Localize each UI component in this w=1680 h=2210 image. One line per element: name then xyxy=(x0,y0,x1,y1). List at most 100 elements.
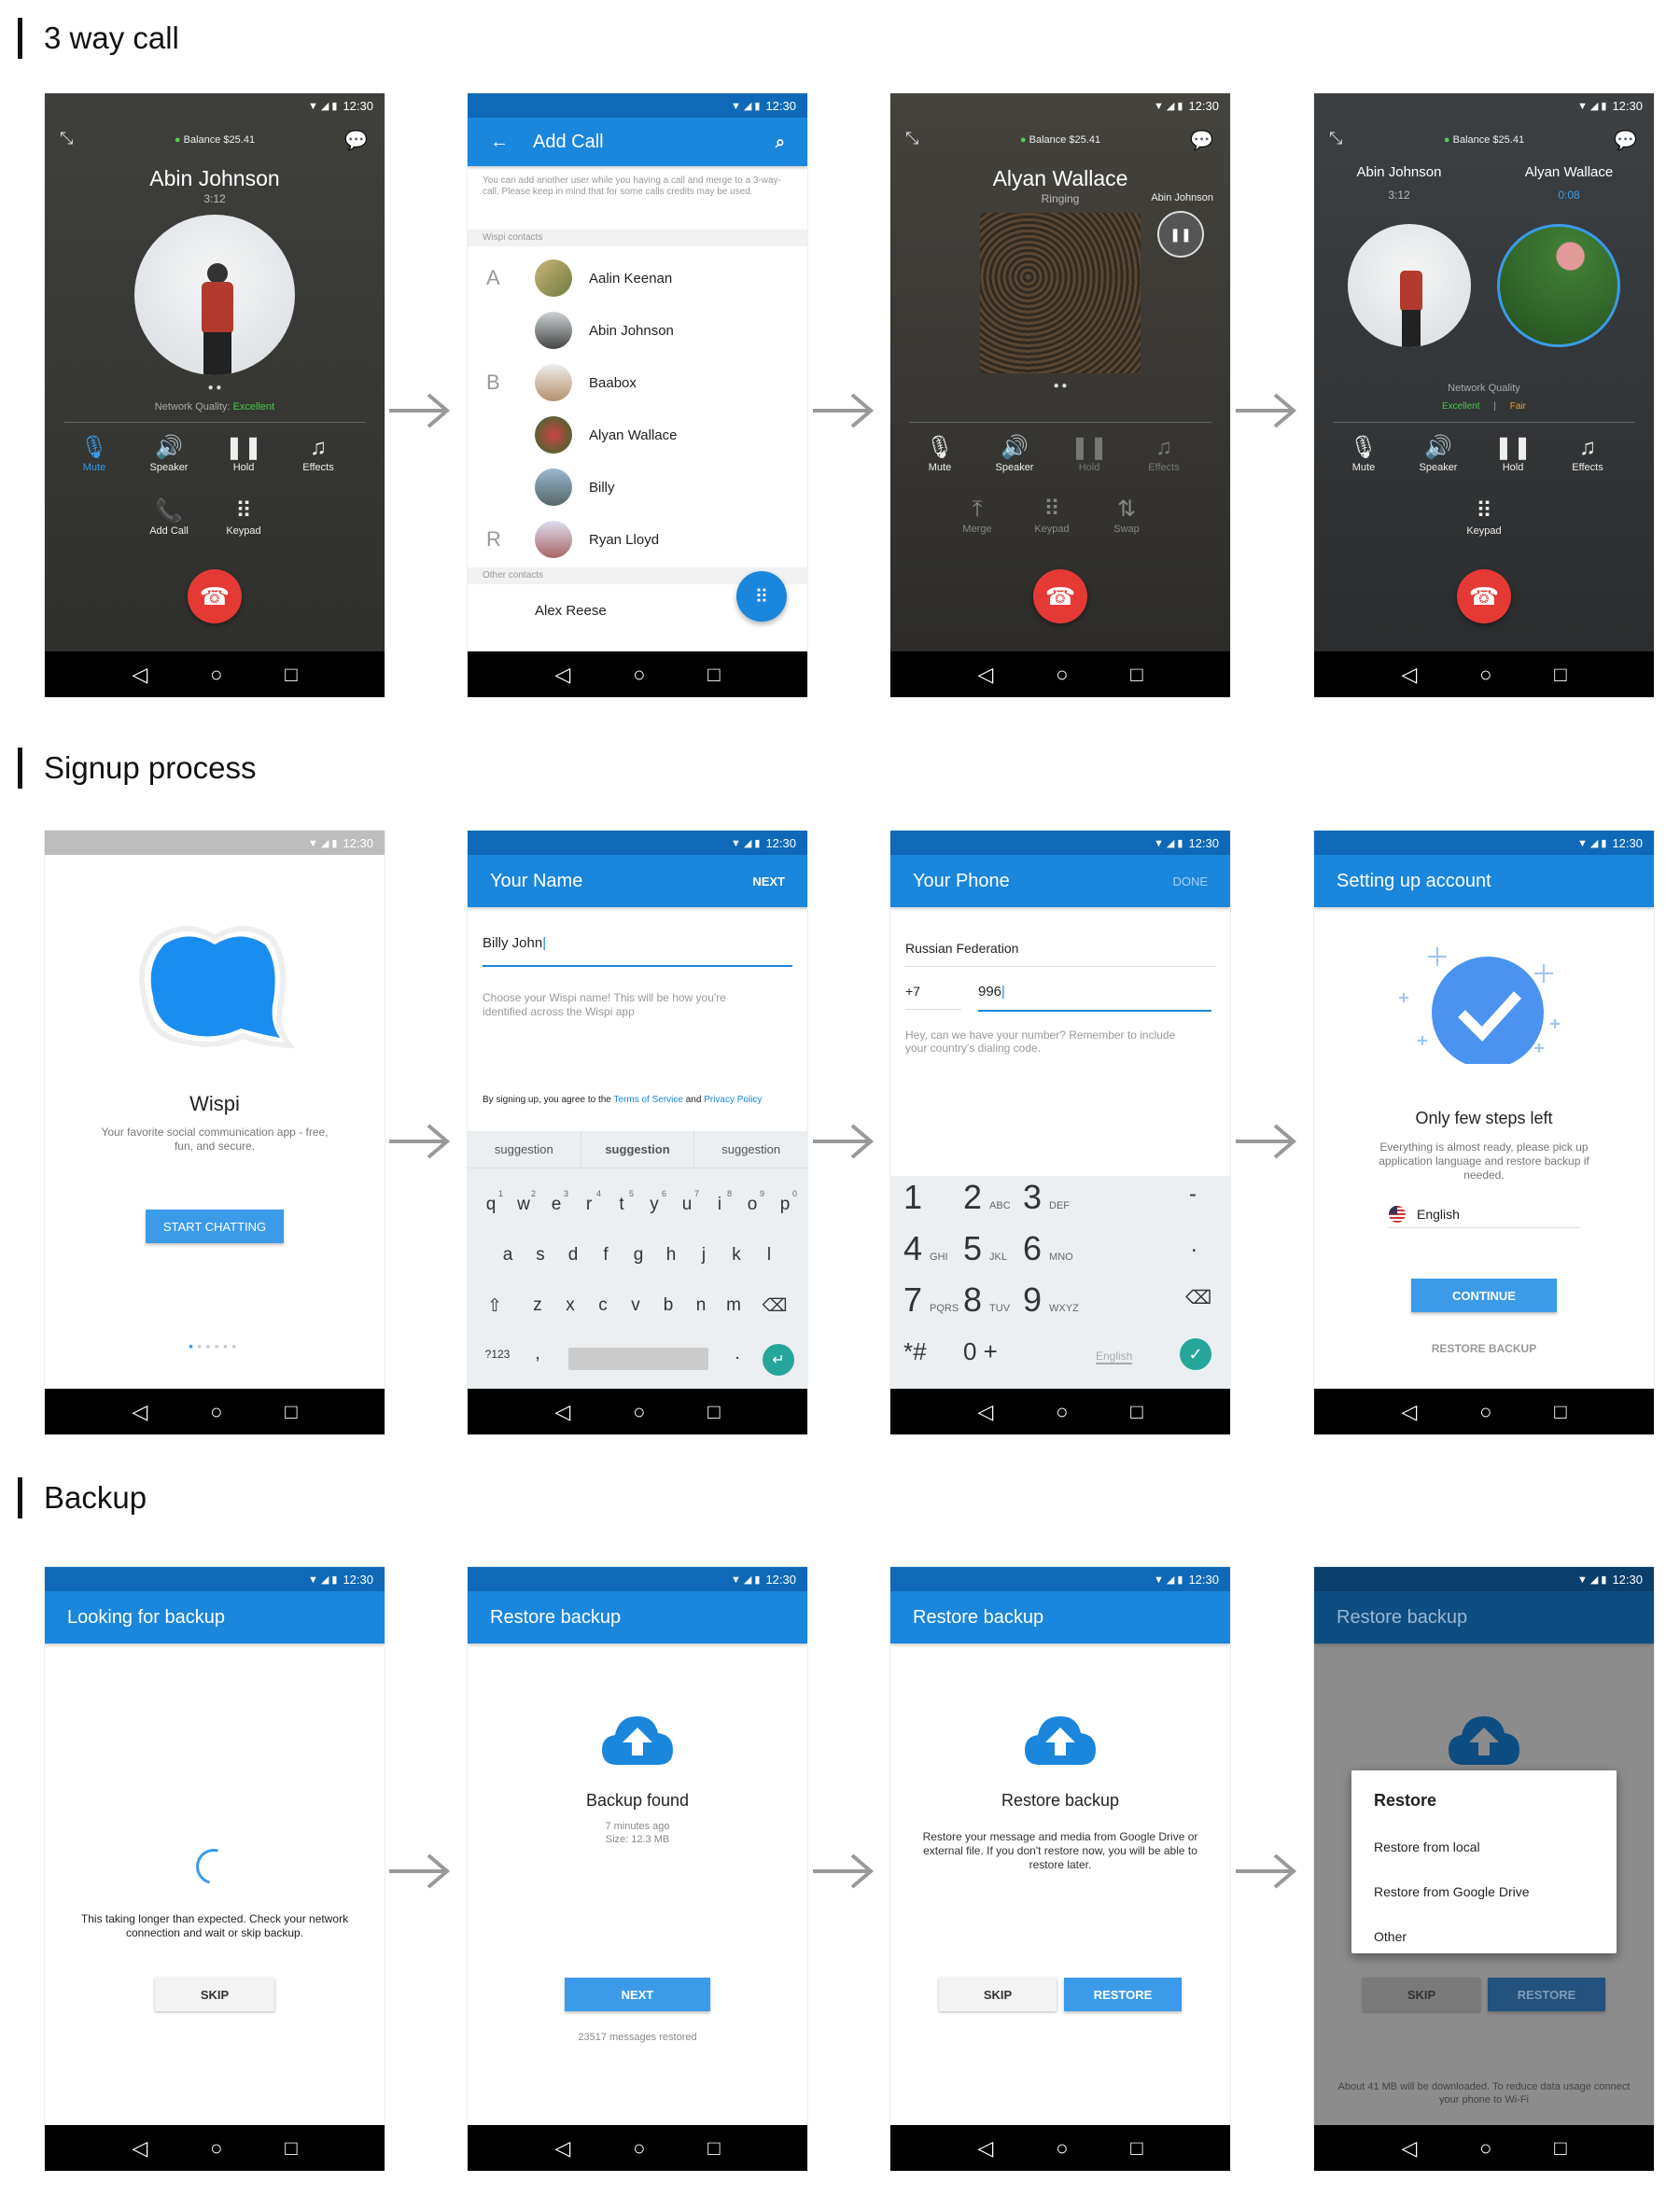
option-restore-local[interactable]: Restore from local xyxy=(1374,1839,1480,1854)
skip-button[interactable]: SKIP xyxy=(939,1978,1057,2011)
back-icon[interactable]: ◁ xyxy=(977,1400,993,1424)
back-icon[interactable]: ◁ xyxy=(554,663,570,687)
key-s[interactable]: s xyxy=(526,1245,554,1266)
dialpad-fab[interactable]: ⠿ xyxy=(736,571,787,622)
recents-icon[interactable]: □ xyxy=(1554,663,1566,687)
contact-row[interactable]: Abin Johnson xyxy=(468,304,807,357)
back-icon[interactable]: ◁ xyxy=(1401,1400,1417,1424)
held-call-pause-icon[interactable]: ❚❚ xyxy=(1157,211,1204,258)
key-j[interactable]: j xyxy=(690,1245,718,1266)
symbols-key[interactable]: ?123 xyxy=(481,1348,514,1361)
home-icon[interactable]: ○ xyxy=(210,2136,222,2161)
next-button[interactable]: NEXT xyxy=(752,874,785,888)
search-icon[interactable]: ⌕ xyxy=(776,133,785,152)
key-m[interactable]: m xyxy=(720,1295,748,1316)
option-other[interactable]: Other xyxy=(1374,1929,1407,1944)
key-t[interactable]: t5 xyxy=(608,1189,636,1215)
effects-button[interactable]: ♫ Effects xyxy=(1127,434,1201,473)
contact-row[interactable]: Alyan Wallace xyxy=(468,409,807,461)
suggestion-item[interactable]: suggestion xyxy=(468,1131,581,1168)
home-icon[interactable]: ○ xyxy=(210,663,222,687)
key-l[interactable]: l xyxy=(755,1245,783,1266)
contact-row[interactable]: B Baabox xyxy=(468,357,807,409)
phone-number-input[interactable]: 996| xyxy=(978,984,1211,1012)
skip-button[interactable]: SKIP xyxy=(1363,1978,1480,2011)
home-icon[interactable]: ○ xyxy=(1479,2136,1491,2161)
hold-button[interactable]: ❚❚ Hold xyxy=(206,434,281,473)
key-n[interactable]: n xyxy=(687,1295,715,1316)
home-icon[interactable]: ○ xyxy=(1479,663,1491,687)
dot-key[interactable]: . xyxy=(1191,1232,1197,1258)
hang-up-button[interactable]: ☎ xyxy=(188,569,242,623)
swap-button[interactable]: ⇅ Swap xyxy=(1089,496,1164,535)
contact-row[interactable]: A Aalin Keenan xyxy=(468,252,807,304)
key-c[interactable]: c xyxy=(589,1295,617,1316)
key-u[interactable]: u7 xyxy=(673,1189,701,1215)
dial-key[interactable]: *# xyxy=(903,1337,934,1366)
key-w[interactable]: w2 xyxy=(510,1189,538,1215)
restore-backup-link[interactable]: RESTORE BACKUP xyxy=(1314,1342,1654,1355)
period-key[interactable]: . xyxy=(723,1344,751,1364)
recents-icon[interactable]: □ xyxy=(285,2136,297,2161)
home-icon[interactable]: ○ xyxy=(1056,663,1068,687)
back-icon[interactable]: ◁ xyxy=(1401,2136,1417,2161)
speaker-button[interactable]: 🔊 Speaker xyxy=(132,434,206,473)
hang-up-button[interactable]: ☎ xyxy=(1033,569,1087,623)
dash-key[interactable]: - xyxy=(1189,1182,1197,1208)
recents-icon[interactable]: □ xyxy=(1130,2136,1142,2161)
home-icon[interactable]: ○ xyxy=(633,1400,645,1424)
effects-button[interactable]: ♫ Effects xyxy=(281,434,356,473)
dial-key[interactable]: 7 PQRS xyxy=(903,1280,959,1320)
keypad-button[interactable]: ⠿ Keypad xyxy=(1015,496,1089,535)
restore-button[interactable]: RESTORE xyxy=(1064,1978,1182,2011)
key-o[interactable]: o9 xyxy=(738,1189,766,1215)
enter-key[interactable]: ↵ xyxy=(763,1344,794,1376)
back-icon[interactable]: ◁ xyxy=(977,2136,993,2161)
recents-icon[interactable]: □ xyxy=(707,2136,720,2161)
effects-button[interactable]: ♫ Effects xyxy=(1550,434,1625,473)
key-q[interactable]: q1 xyxy=(477,1189,505,1215)
suggestion-item[interactable]: suggestion xyxy=(581,1131,695,1168)
key-i[interactable]: i8 xyxy=(706,1189,734,1215)
country-select[interactable]: Russian Federation xyxy=(905,941,1215,967)
recents-icon[interactable]: □ xyxy=(1130,663,1142,687)
key-z[interactable]: z xyxy=(524,1295,552,1316)
speaker-button[interactable]: 🔊 Speaker xyxy=(977,434,1052,473)
contact-row[interactable]: R Ryan Lloyd xyxy=(468,513,807,566)
dial-key[interactable]: 9 WXYZ xyxy=(1023,1280,1079,1320)
home-icon[interactable]: ○ xyxy=(633,663,645,687)
key-h[interactable]: h xyxy=(657,1245,685,1266)
key-e[interactable]: e3 xyxy=(542,1189,570,1215)
keypad-button[interactable]: ⠿ Keypad xyxy=(206,497,281,537)
name-input[interactable]: Billy John| xyxy=(483,935,792,967)
back-icon[interactable]: ◁ xyxy=(132,2136,147,2161)
key-b[interactable]: b xyxy=(654,1295,682,1316)
dial-key[interactable]: 5 JKL xyxy=(963,1229,1007,1268)
comma-key[interactable]: , xyxy=(524,1344,552,1364)
dial-key[interactable]: 1 xyxy=(903,1178,930,1217)
add-call-button[interactable]: 📞 Add Call xyxy=(132,497,206,537)
mute-button[interactable]: 🎙 Mute xyxy=(1326,434,1401,473)
back-icon[interactable]: ◁ xyxy=(1401,663,1417,687)
key-g[interactable]: g xyxy=(624,1245,652,1266)
dial-key[interactable]: 8 TUV xyxy=(963,1280,1010,1320)
back-icon[interactable]: ◁ xyxy=(132,663,147,687)
recents-icon[interactable]: □ xyxy=(707,663,720,687)
backspace-key[interactable]: ⌫ xyxy=(1185,1286,1211,1309)
mute-button[interactable]: 🎙 Mute xyxy=(57,434,132,473)
continue-button[interactable]: CONTINUE xyxy=(1411,1279,1557,1312)
key-y[interactable]: y6 xyxy=(640,1189,668,1215)
dial-key[interactable]: 4 GHI xyxy=(903,1229,948,1268)
key-x[interactable]: x xyxy=(556,1295,584,1316)
language-select[interactable]: English xyxy=(1389,1200,1579,1228)
mute-button[interactable]: 🎙 Mute xyxy=(903,434,977,473)
space-bar[interactable] xyxy=(568,1348,708,1370)
hang-up-button[interactable]: ☎ xyxy=(1457,569,1511,623)
recents-icon[interactable]: □ xyxy=(285,663,297,687)
next-button[interactable]: NEXT xyxy=(565,1978,710,2011)
key-d[interactable]: d xyxy=(559,1245,587,1266)
key-r[interactable]: r4 xyxy=(575,1189,603,1215)
key-p[interactable]: p0 xyxy=(771,1189,799,1215)
dial-key[interactable]: 0 + xyxy=(963,1337,1005,1366)
done-check-key[interactable]: ✓ xyxy=(1180,1338,1211,1370)
